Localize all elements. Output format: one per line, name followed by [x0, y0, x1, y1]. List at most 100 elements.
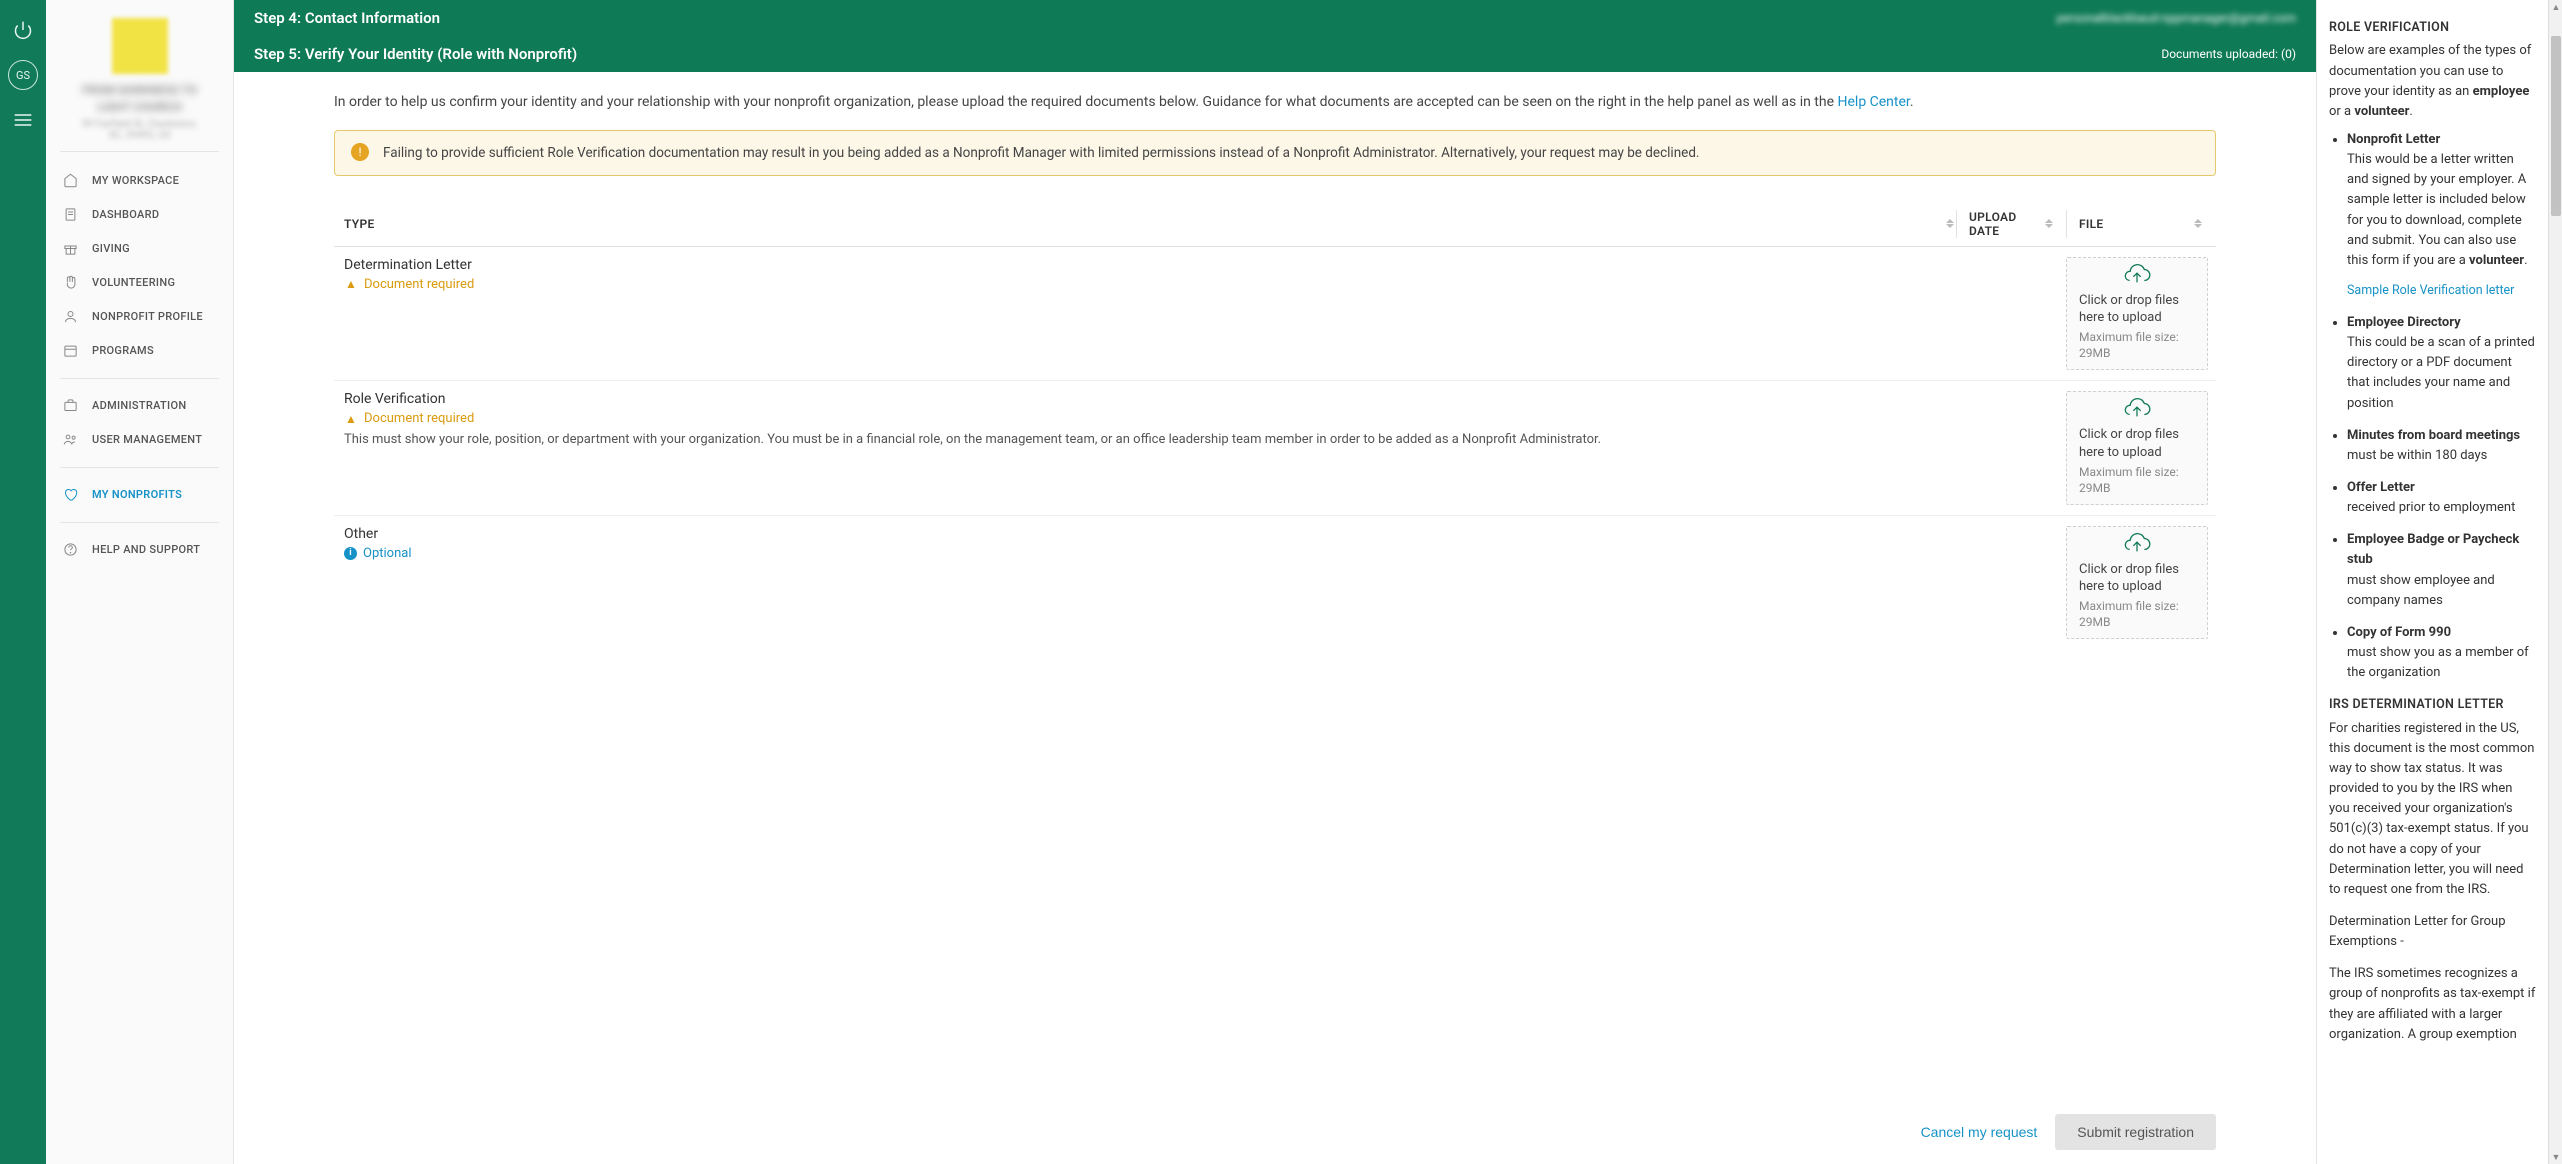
help-list-item: Copy of Form 990must show you as a membe…: [2347, 623, 2536, 683]
nav-administration[interactable]: ADMINISTRATION: [46, 389, 233, 423]
help-list-item: Minutes from board meetingsmust be withi…: [2347, 426, 2536, 466]
step5-bar[interactable]: Step 5: Verify Your Identity (Role with …: [234, 36, 2316, 72]
sort-icon: [1946, 219, 1956, 228]
home-icon: [62, 173, 78, 189]
help-icon: [62, 542, 78, 558]
cancel-request-button[interactable]: Cancel my request: [1921, 1124, 2038, 1140]
warning-text: Failing to provide sufficient Role Verif…: [383, 143, 1700, 163]
col-type-header[interactable]: TYPE: [334, 210, 1956, 238]
doc-row: Determination Letter ▲ Document required…: [334, 247, 2216, 381]
help-heading: ROLE VERIFICATION: [2329, 18, 2536, 37]
sidebar: FROM DARKNESS TO LIGHT CHURCH 99 Fairfie…: [46, 0, 234, 1164]
nav-label: HELP AND SUPPORT: [92, 543, 200, 556]
nav-help-support[interactable]: HELP AND SUPPORT: [46, 533, 233, 567]
calendar-icon: [62, 343, 78, 359]
nav-label: USER MANAGEMENT: [92, 433, 202, 446]
footer-actions: Cancel my request Submit registration: [234, 1094, 2316, 1164]
left-rail: GS: [0, 0, 46, 1164]
hamburger-menu-icon[interactable]: [9, 106, 37, 134]
nav-volunteering[interactable]: VOLUNTEERING: [46, 266, 233, 300]
file-dropzone[interactable]: Click or drop files here to upload Maxim…: [2066, 257, 2208, 370]
doc-title: Other: [344, 526, 1936, 542]
warning-box: ! Failing to provide sufficient Role Ver…: [334, 130, 2216, 176]
nav-label: ADMINISTRATION: [92, 399, 186, 412]
nav-label: MY NONPROFITS: [92, 488, 182, 501]
help-paragraph: Determination Letter for Group Exemption…: [2329, 912, 2536, 952]
nav-label: GIVING: [92, 242, 130, 255]
col-date-header[interactable]: UPLOAD DATE: [1956, 210, 2066, 238]
doc-status: i Optional: [344, 546, 1936, 561]
nav-label: MY WORKSPACE: [92, 174, 179, 187]
nav-my-workspace[interactable]: MY WORKSPACE: [46, 164, 233, 198]
warning-icon: !: [351, 143, 369, 161]
gift-icon: [62, 241, 78, 257]
help-list-item: Nonprofit Letter This would be a letter …: [2347, 130, 2536, 301]
nav-label: VOLUNTEERING: [92, 276, 175, 289]
help-paragraph: The IRS sometimes recognizes a group of …: [2329, 964, 2536, 1045]
nav-label: NONPROFIT PROFILE: [92, 310, 203, 323]
profile-icon: [62, 309, 78, 325]
step5-meta: Documents uploaded: (0): [2161, 47, 2296, 61]
doc-row: Role Verification ▲ Document required Th…: [334, 381, 2216, 515]
briefcase-icon: [62, 398, 78, 414]
power-icon[interactable]: [9, 16, 37, 44]
help-heading: IRS DETERMINATION LETTER: [2329, 695, 2536, 714]
doc-row: Other i Optional Click or drop files her…: [334, 516, 2216, 649]
help-panel: ROLE VERIFICATION Below are examples of …: [2316, 0, 2548, 1164]
window-scrollbar[interactable]: ▲ ▼: [2548, 0, 2562, 1164]
step4-title: Step 4: Contact Information: [254, 9, 440, 27]
nav-label: DASHBOARD: [92, 208, 159, 221]
hand-icon: [62, 275, 78, 291]
upload-cloud-icon: [2079, 533, 2195, 559]
help-list-item: Employee DirectoryThis could be a scan o…: [2347, 313, 2536, 414]
upload-cloud-icon: [2079, 398, 2195, 424]
nav-programs[interactable]: PROGRAMS: [46, 334, 233, 368]
step4-bar[interactable]: Step 4: Contact Information personalblac…: [234, 0, 2316, 36]
users-icon: [62, 432, 78, 448]
org-address: 99 Fairfield St, Charleston, SC, 29492, …: [76, 119, 203, 141]
scrollbar-thumb[interactable]: [2551, 36, 2561, 216]
doc-title: Determination Letter: [344, 257, 1936, 273]
nav-nonprofit-profile[interactable]: NONPROFIT PROFILE: [46, 300, 233, 334]
heart-icon: [62, 487, 78, 503]
scroll-up-arrow[interactable]: ▲: [2549, 0, 2562, 14]
user-avatar[interactable]: GS: [8, 60, 38, 90]
info-circle-icon: i: [344, 547, 357, 560]
nav-dashboard[interactable]: DASHBOARD: [46, 198, 233, 232]
nav-giving[interactable]: GIVING: [46, 232, 233, 266]
org-logo: [112, 18, 168, 74]
step4-meta: personalblackbaud-nppmanager@gmail.com: [2057, 11, 2296, 25]
doc-status: ▲ Document required: [344, 277, 1936, 292]
sidebar-org-header: FROM DARKNESS TO LIGHT CHURCH 99 Fairfie…: [60, 0, 219, 152]
file-dropzone[interactable]: Click or drop files here to upload Maxim…: [2066, 526, 2208, 639]
sort-icon: [2045, 219, 2054, 228]
upload-cloud-icon: [2079, 264, 2195, 290]
nav-my-nonprofits[interactable]: MY NONPROFITS: [46, 478, 233, 512]
help-paragraph: For charities registered in the US, this…: [2329, 719, 2536, 900]
document-icon: [62, 207, 78, 223]
help-list-item: Employee Badge or Paycheck stubmust show…: [2347, 530, 2536, 611]
main-area: Step 4: Contact Information personalblac…: [234, 0, 2316, 1164]
warning-triangle-icon: ▲: [344, 412, 358, 426]
table-header: TYPE UPLOAD DATE FILE: [334, 202, 2216, 247]
intro-text: In order to help us confirm your identit…: [334, 92, 2216, 114]
content-scroll: In order to help us confirm your identit…: [234, 72, 2316, 1094]
submit-registration-button[interactable]: Submit registration: [2055, 1114, 2216, 1150]
warning-triangle-icon: ▲: [344, 277, 358, 291]
scroll-down-arrow[interactable]: ▼: [2549, 1150, 2562, 1164]
nav-user-management[interactable]: USER MANAGEMENT: [46, 423, 233, 457]
doc-status: ▲ Document required: [344, 411, 1936, 426]
help-paragraph: Below are examples of the types of docum…: [2329, 41, 2536, 122]
doc-title: Role Verification: [344, 391, 1936, 407]
doc-description: This must show your role, position, or d…: [344, 430, 1936, 450]
file-dropzone[interactable]: Click or drop files here to upload Maxim…: [2066, 391, 2208, 504]
step5-title: Step 5: Verify Your Identity (Role with …: [254, 45, 577, 63]
sample-letter-link[interactable]: Sample Role Verification letter: [2347, 283, 2514, 298]
help-center-link[interactable]: Help Center: [1838, 94, 1910, 110]
org-name: FROM DARKNESS TO LIGHT CHURCH: [76, 82, 203, 116]
avatar-initials: GS: [16, 69, 30, 82]
sort-icon: [2194, 219, 2204, 228]
col-file-header[interactable]: FILE: [2066, 210, 2216, 238]
nav-label: PROGRAMS: [92, 344, 154, 357]
help-list-item: Offer Letterreceived prior to employment: [2347, 478, 2536, 518]
